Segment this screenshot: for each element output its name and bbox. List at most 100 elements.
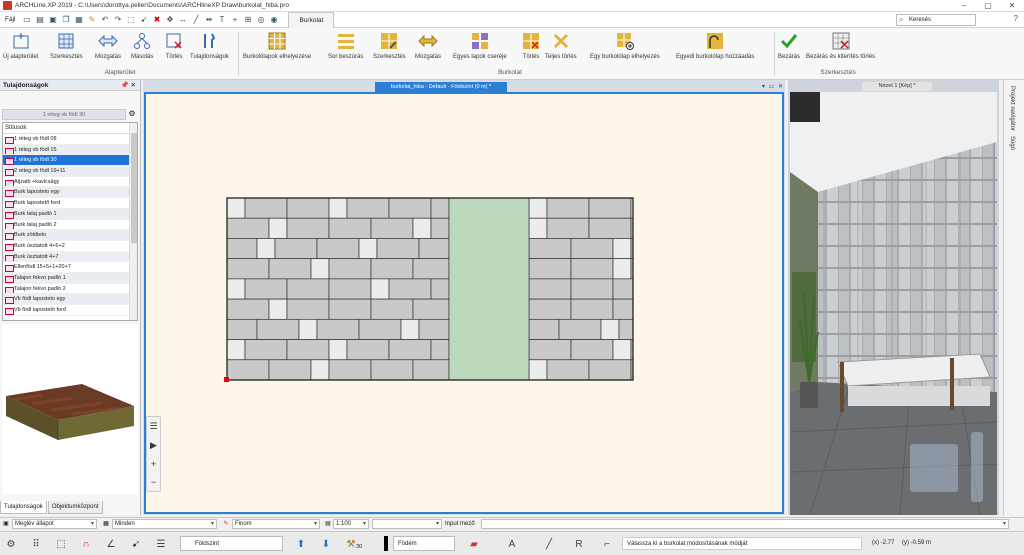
close-and-clear-button[interactable]: Bezárás és kiterítés törlés bbox=[806, 30, 875, 66]
snap-icon[interactable]: + bbox=[229, 14, 240, 25]
style-list-item[interactable]: Burk laposteto egy bbox=[3, 187, 129, 199]
pen-color-swatch[interactable] bbox=[384, 536, 388, 551]
floor-tile[interactable] bbox=[588, 359, 632, 381]
input-dropdown[interactable] bbox=[372, 518, 442, 529]
floor-tile[interactable] bbox=[370, 359, 414, 381]
scale-select[interactable]: 1:100 bbox=[333, 518, 369, 529]
pointer-icon[interactable]: ➹ bbox=[138, 14, 149, 25]
tab-object-center[interactable]: Objektumközpont bbox=[47, 501, 103, 514]
dimension-line-icon[interactable]: ⇹ bbox=[203, 14, 214, 25]
floor-tile[interactable] bbox=[358, 318, 402, 340]
list-icon[interactable]: ☰ bbox=[149, 421, 157, 432]
drawing-canvas[interactable] bbox=[144, 92, 784, 514]
floor-tile[interactable] bbox=[528, 278, 572, 300]
floor-tile[interactable] bbox=[376, 238, 420, 260]
style-list-item[interactable]: Burk zöldteto bbox=[3, 230, 129, 241]
floor-tile[interactable] bbox=[412, 298, 450, 320]
floor-tile[interactable] bbox=[570, 339, 614, 361]
floor-tile[interactable] bbox=[328, 339, 348, 361]
grid-icon[interactable]: ⊞ bbox=[242, 14, 253, 25]
text-icon[interactable]: T bbox=[216, 14, 227, 25]
floor-tile[interactable] bbox=[274, 238, 318, 260]
floor-tile[interactable] bbox=[268, 298, 288, 320]
style-list-item[interactable]: Burk talaj padló 1 bbox=[3, 208, 129, 220]
edit-area-button[interactable]: Szerkesztés bbox=[50, 30, 83, 66]
floor-tile[interactable] bbox=[256, 238, 276, 260]
paste-icon[interactable]: ▦ bbox=[73, 14, 84, 25]
floor-tile[interactable] bbox=[528, 258, 572, 280]
floor-tile[interactable] bbox=[546, 359, 590, 381]
layers-icon[interactable]: ☰ bbox=[152, 535, 170, 553]
corner-icon[interactable]: ⌐ bbox=[598, 535, 616, 553]
floor-tile[interactable] bbox=[570, 238, 614, 260]
input-field[interactable] bbox=[481, 518, 1009, 529]
replace-tiles-button[interactable]: Egyes lapok cseréje bbox=[453, 30, 507, 66]
close-icon[interactable]: ✕ bbox=[1000, 0, 1024, 12]
floor-tile[interactable] bbox=[226, 238, 258, 260]
floor-tile[interactable] bbox=[268, 359, 312, 381]
floor-tile[interactable] bbox=[388, 339, 432, 361]
zoom-in-icon[interactable]: + bbox=[151, 459, 156, 469]
camera-icon[interactable]: ◉ bbox=[268, 14, 279, 25]
redo-icon[interactable]: ↷ bbox=[112, 14, 123, 25]
delete-all-button[interactable]: Teljes törlés bbox=[545, 30, 577, 66]
floor-tile[interactable] bbox=[612, 339, 632, 361]
floor-tile[interactable] bbox=[612, 238, 632, 260]
arrow-down-icon[interactable]: ⬇ bbox=[317, 535, 335, 553]
floor-tile[interactable] bbox=[570, 278, 614, 300]
floor-tile[interactable] bbox=[226, 258, 270, 280]
copy-area-button[interactable]: Másolás bbox=[131, 30, 153, 66]
floor-tile[interactable] bbox=[244, 278, 288, 300]
filter-select[interactable]: Minden bbox=[112, 518, 217, 529]
zoom-out-icon[interactable]: − bbox=[151, 477, 156, 487]
scroll-thumb[interactable] bbox=[131, 133, 137, 243]
text-style-icon[interactable]: A bbox=[503, 535, 521, 553]
magnet-icon[interactable]: ∩ bbox=[77, 535, 95, 553]
floor-tile[interactable] bbox=[528, 359, 548, 381]
pen-select[interactable]: Finom bbox=[232, 518, 320, 529]
tab-properties[interactable]: Tulajdonságok bbox=[0, 501, 47, 514]
floor-tile[interactable] bbox=[418, 318, 450, 340]
floor-tile[interactable] bbox=[528, 217, 548, 239]
style-list-item[interactable]: Aljzatb +kavicsägy bbox=[3, 177, 129, 188]
floor-tile[interactable] bbox=[346, 197, 390, 219]
3d-view-title[interactable]: Nézet 1 [Kép] * bbox=[862, 82, 932, 91]
floor-tile[interactable] bbox=[286, 298, 330, 320]
floor-tile[interactable] bbox=[400, 318, 420, 340]
floor-tile[interactable] bbox=[244, 339, 288, 361]
floor-tile[interactable] bbox=[346, 339, 390, 361]
floor-tile[interactable] bbox=[412, 258, 450, 280]
style-list-item[interactable]: Talajon fekvo padló 2 bbox=[3, 284, 129, 295]
arrow-up-icon[interactable]: ⬆ bbox=[292, 535, 310, 553]
floor-tile[interactable] bbox=[558, 318, 602, 340]
floor-tile[interactable] bbox=[328, 278, 372, 300]
undo-icon[interactable]: ↶ bbox=[99, 14, 110, 25]
floor-tile[interactable] bbox=[412, 217, 432, 239]
floor-tile[interactable] bbox=[528, 339, 572, 361]
floor-tile[interactable] bbox=[418, 238, 450, 260]
fill-icon[interactable]: ▰ bbox=[465, 535, 483, 553]
tiling-drawing[interactable] bbox=[146, 94, 782, 512]
save-icon[interactable]: ▣ bbox=[47, 14, 58, 25]
floor-tile[interactable] bbox=[370, 258, 414, 280]
floor-tile[interactable] bbox=[528, 318, 560, 340]
floor-tile[interactable] bbox=[226, 278, 246, 300]
floor-tile[interactable] bbox=[546, 197, 590, 219]
pin-icon[interactable]: 📌 ✕ bbox=[121, 80, 136, 91]
floor-tile[interactable] bbox=[268, 258, 312, 280]
delete-icon[interactable]: ✖ bbox=[151, 14, 162, 25]
view-icon[interactable]: ◎ bbox=[255, 14, 266, 25]
floor-tile[interactable] bbox=[316, 318, 360, 340]
floor-tile[interactable] bbox=[612, 298, 634, 320]
tab-help[interactable]: Súgó bbox=[1009, 136, 1015, 150]
floor-tile[interactable] bbox=[370, 217, 414, 239]
selected-style-field[interactable]: 1 réteg vb födl 30 bbox=[2, 109, 126, 120]
grid-snap-icon[interactable]: ⠿ bbox=[27, 535, 45, 553]
brush-icon[interactable]: ✎ bbox=[86, 14, 97, 25]
open-icon[interactable]: ▤ bbox=[34, 14, 45, 25]
3d-render-view[interactable] bbox=[789, 92, 998, 516]
floor-tile[interactable] bbox=[370, 278, 390, 300]
floor-tile[interactable] bbox=[612, 278, 634, 300]
delete-area-button[interactable]: Törlés bbox=[163, 30, 185, 66]
floor-tile[interactable] bbox=[310, 359, 330, 381]
